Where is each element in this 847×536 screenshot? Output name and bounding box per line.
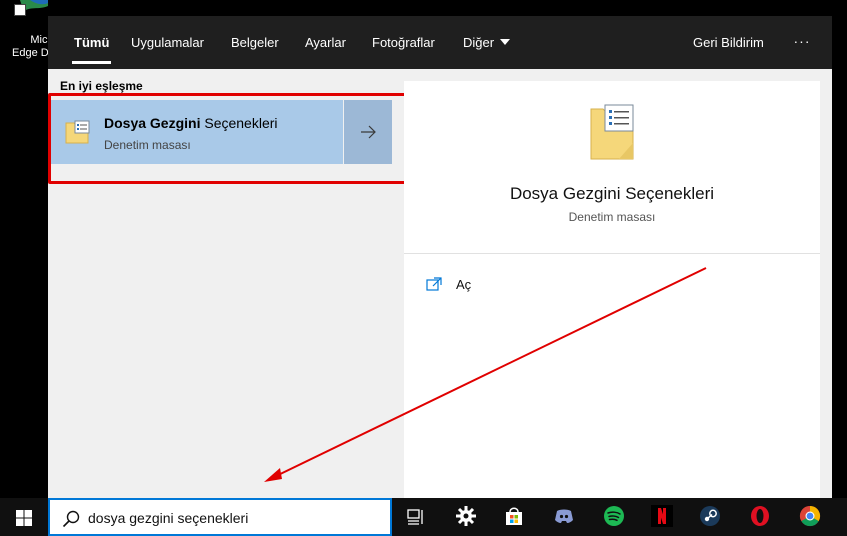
arrow-right-icon [361,125,376,139]
tab-settings[interactable]: Ayarlar [305,16,346,69]
feedback-button[interactable]: Geri Bildirim [693,16,764,69]
best-match-subtitle: Denetim masası [104,138,191,152]
microsoft-store-icon [506,507,522,525]
folder-options-icon [65,120,90,144]
tab-more-dropdown[interactable]: Diğer [463,16,511,69]
desktop-shortcut-edge[interactable]: Micros Edge D [0,0,48,59]
tab-photos[interactable]: Fotoğraflar [372,16,435,69]
desktop-icon-label: Micros Edge D [12,34,48,59]
open-action-label: Aç [456,277,472,292]
spotify-taskbar-button[interactable] [590,498,638,536]
detail-pane: Dosya Gezgini Seçenekleri Denetim masası… [404,81,820,498]
opera-icon [751,506,769,526]
discord-taskbar-button[interactable] [540,498,588,536]
results-pane: En iyi eşleşme Dosya Gezgini Seçenekleri… [48,69,420,498]
taskbar-search-input[interactable]: dosya gezgini seçenekleri [48,498,392,536]
shortcut-arrow-icon [14,4,26,16]
netflix-taskbar-button[interactable] [638,498,686,536]
tab-documents[interactable]: Belgeler [231,16,279,69]
taskbar: dosya gezgini seçenekleri [0,498,847,536]
more-options-button[interactable]: ··· [792,28,812,54]
search-query-text: dosya gezgini seçenekleri [88,510,249,526]
best-match-title: Dosya Gezgini Seçenekleri [104,115,278,131]
discord-icon [555,509,573,523]
detail-subtitle: Denetim masası [568,210,656,224]
settings-taskbar-button[interactable] [442,498,490,536]
start-button[interactable] [0,498,48,536]
steam-icon [700,506,720,526]
open-details-button[interactable] [344,100,392,164]
detail-header: Dosya Gezgini Seçenekleri Denetim masası [404,81,820,254]
chrome-icon [799,505,821,527]
store-taskbar-button[interactable] [490,498,538,536]
tab-apps[interactable]: Uygulamalar [131,16,204,69]
task-view-button[interactable] [392,498,440,536]
search-panel: Tümü Uygulamalar Belgeler Ayarlar Fotoğr… [48,16,832,498]
windows-logo-icon [16,510,32,526]
steam-taskbar-button[interactable] [686,498,734,536]
chrome-taskbar-button[interactable] [786,498,834,536]
search-tabs-bar: Tümü Uygulamalar Belgeler Ayarlar Fotoğr… [48,16,832,69]
screen: Micros Edge D Tümü Uygulamalar Belgeler … [0,0,847,536]
best-match-result[interactable]: Dosya Gezgini Seçenekleri Denetim masası [48,100,343,164]
tab-all[interactable]: Tümü [71,16,112,69]
best-match-heading: En iyi eşleşme [60,79,143,93]
spotify-icon [604,506,624,526]
search-icon [62,510,80,528]
open-external-icon [426,277,442,291]
task-view-icon [407,509,423,525]
gear-icon [456,506,476,526]
folder-options-large-icon [590,104,634,160]
opera-taskbar-button[interactable] [736,498,784,536]
chevron-down-icon [500,38,511,45]
netflix-icon [651,505,673,527]
detail-title: Dosya Gezgini Seçenekleri [509,184,715,203]
